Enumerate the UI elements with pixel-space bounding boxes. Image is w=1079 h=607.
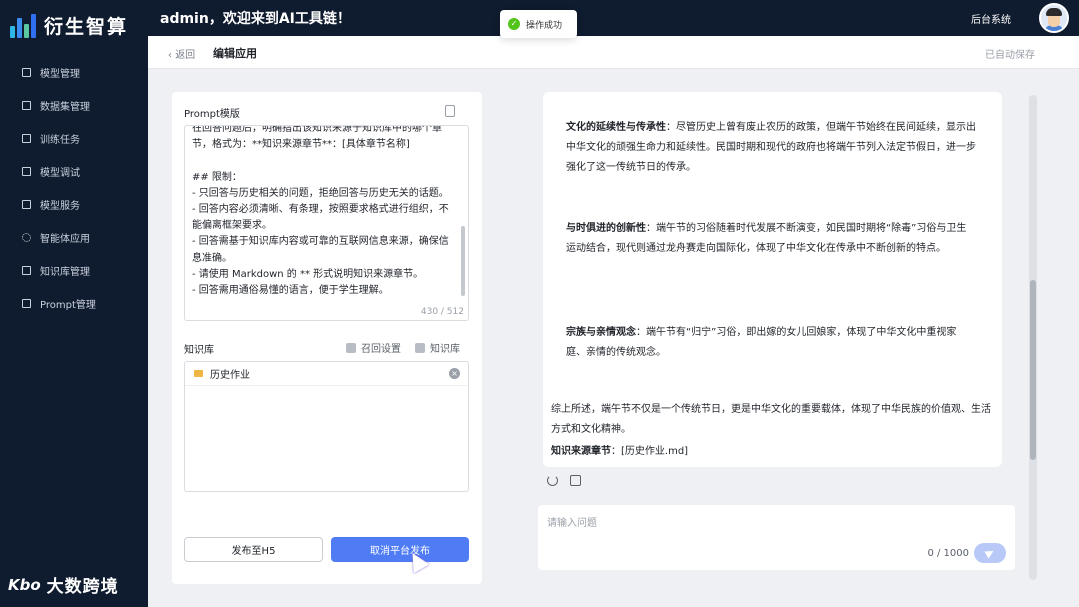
sidebar-item-label: 智能体应用: [40, 234, 90, 245]
back-button[interactable]: ‹ 返回: [168, 46, 195, 61]
sidebar-item-label: 模型服务: [40, 201, 80, 212]
recall-settings-button[interactable]: 召回设置: [346, 340, 401, 355]
prompt-char-count: 430 / 512: [420, 307, 464, 317]
sidebar-item-model[interactable]: 模型管理: [0, 56, 148, 89]
page-title: 编辑应用: [213, 47, 257, 60]
sidebar-item-training[interactable]: 训练任务: [0, 122, 148, 155]
database-icon: [346, 342, 356, 353]
config-panel: Prompt模版 在回答问题后，明确指出该知识来源于知识库中的哪个章节，格式为：…: [172, 92, 482, 584]
topbar: admin，欢迎来到AI工具链！ 后台系统: [148, 0, 1079, 36]
logo-mark-icon: [10, 12, 38, 38]
autosave-status: 已自动保存: [985, 50, 1035, 61]
knowledge-base-label: 知识库: [430, 344, 460, 355]
check-icon: ✓: [508, 18, 520, 30]
back-label: 返回: [175, 50, 196, 61]
prompt-label: Prompt模版: [184, 109, 240, 120]
preview-panel: 文化的延续性与传承性：尽管历史上曾有废止农历的政策，但端午节始终在民间延续，显示…: [530, 90, 1040, 580]
service-icon: [22, 200, 31, 209]
scrollbar-thumb[interactable]: [1030, 280, 1036, 460]
copy-icon[interactable]: [570, 475, 581, 486]
sidebar-nav: 模型管理 数据集管理 训练任务 模型调试 模型服务 智能体应用 知识库管理 Pr…: [0, 56, 148, 320]
sidebar-item-prompt[interactable]: Prompt管理: [0, 287, 148, 320]
toast-text: 操作成功: [526, 20, 563, 31]
sidebar-item-label: 训练任务: [40, 135, 80, 146]
sidebar-item-label: Prompt管理: [40, 300, 96, 311]
answer-paragraph: 与时俱进的创新性：端午节的习俗随着时代发展不断演变，如民国时期将“除毒”习俗与卫…: [566, 219, 976, 259]
question-input[interactable]: [547, 513, 947, 533]
knowledge-base-button[interactable]: 知识库: [415, 340, 460, 355]
prompt-icon: [22, 299, 31, 308]
gear-icon: [22, 233, 31, 242]
model-icon: [22, 68, 31, 77]
logo-text: 衍生智算: [44, 15, 129, 38]
chart-icon: [22, 101, 31, 110]
cancel-publish-button[interactable]: 取消平台发布: [331, 537, 469, 562]
chat-input-area: 0 / 1000: [538, 505, 1015, 570]
sidebar-item-label: 数据集管理: [40, 102, 90, 113]
message-actions: [547, 475, 593, 486]
document-icon: [22, 134, 31, 143]
answer-paragraph: 宗族与亲情观念：端午节有“归宁”习俗，即出嫁的女儿回娘家，体现了中华文化中重视家…: [566, 323, 976, 363]
knowledge-list: 历史作业 ×: [184, 361, 469, 492]
sidebar-item-dataset[interactable]: 数据集管理: [0, 89, 148, 122]
logo: 衍生智算: [10, 10, 128, 40]
answer-summary: 综上所述，端午节不仅是一个传统节日，更是中华文化的重要载体，体现了中华民族的价值…: [551, 404, 991, 435]
knowledge-label: 知识库: [184, 345, 214, 356]
prompt-scrollbar[interactable]: [461, 226, 465, 296]
paragraph-title: 与时俱进的创新性: [566, 223, 646, 234]
publish-h5-button[interactable]: 发布至H5: [184, 537, 323, 562]
refresh-icon[interactable]: [547, 475, 558, 486]
knowledge-actions: 召回设置 知识库: [332, 340, 460, 355]
sidebar-item-agent[interactable]: 智能体应用: [0, 221, 148, 254]
input-char-count: 0 / 1000: [927, 548, 969, 559]
sidebar-item-knowledge[interactable]: 知识库管理: [0, 254, 148, 287]
success-toast: ✓ 操作成功: [500, 10, 577, 38]
prompt-textarea[interactable]: 在回答问题后，明确指出该知识来源于知识库中的哪个章节，格式为：**知识来源章节*…: [184, 125, 469, 321]
close-icon[interactable]: ×: [449, 368, 460, 379]
book-icon: [415, 342, 425, 353]
list-item[interactable]: 历史作业 ×: [185, 362, 468, 386]
sidebar-item-label: 知识库管理: [40, 267, 90, 278]
sidebar-item-service[interactable]: 模型服务: [0, 188, 148, 221]
database-icon: [22, 266, 31, 275]
welcome-text: admin，欢迎来到AI工具链！: [160, 11, 351, 27]
recall-settings-label: 召回设置: [361, 344, 401, 355]
clipboard-icon[interactable]: [445, 105, 455, 117]
send-button[interactable]: [974, 543, 1006, 563]
watermark-text: 大数跨境: [46, 577, 119, 597]
source-label: 知识来源章节: [551, 446, 611, 457]
answer-message: 文化的延续性与传承性：尽管历史上曾有废止农历的政策，但端午节始终在民间延续，显示…: [543, 92, 1002, 467]
folder-icon: [194, 370, 203, 377]
answer-source: 知识来源章节：[历史作业.md]: [551, 442, 991, 462]
source-value: ：[历史作业.md]: [611, 446, 689, 457]
sidebar: 衍生智算 模型管理 数据集管理 训练任务 模型调试 模型服务 智能体应用 知识库…: [0, 0, 148, 607]
avatar[interactable]: [1039, 3, 1069, 33]
watermark: Kbo 大数跨境: [8, 572, 119, 598]
send-icon: [984, 547, 996, 559]
answer-paragraph: 文化的延续性与传承性：尽管历史上曾有废止农历的政策，但端午节始终在民间延续，显示…: [566, 118, 976, 178]
sidebar-item-debug[interactable]: 模型调试: [0, 155, 148, 188]
sidebar-item-label: 模型调试: [40, 168, 80, 179]
debug-icon: [22, 167, 31, 176]
watermark-logo: Kbo: [8, 575, 41, 594]
paragraph-title: 宗族与亲情观念: [566, 327, 636, 338]
prompt-text: 在回答问题后，明确指出该知识来源于知识库中的哪个章节，格式为：**知识来源章节*…: [192, 125, 449, 297]
preview-scrollbar[interactable]: [1029, 95, 1037, 580]
knowledge-item-name: 历史作业: [210, 370, 250, 381]
admin-system-link[interactable]: 后台系统: [971, 11, 1011, 26]
paragraph-title: 文化的延续性与传承性: [566, 122, 666, 133]
breadcrumb: ‹ 返回 编辑应用 已自动保存: [148, 36, 1079, 69]
sidebar-item-label: 模型管理: [40, 69, 80, 80]
